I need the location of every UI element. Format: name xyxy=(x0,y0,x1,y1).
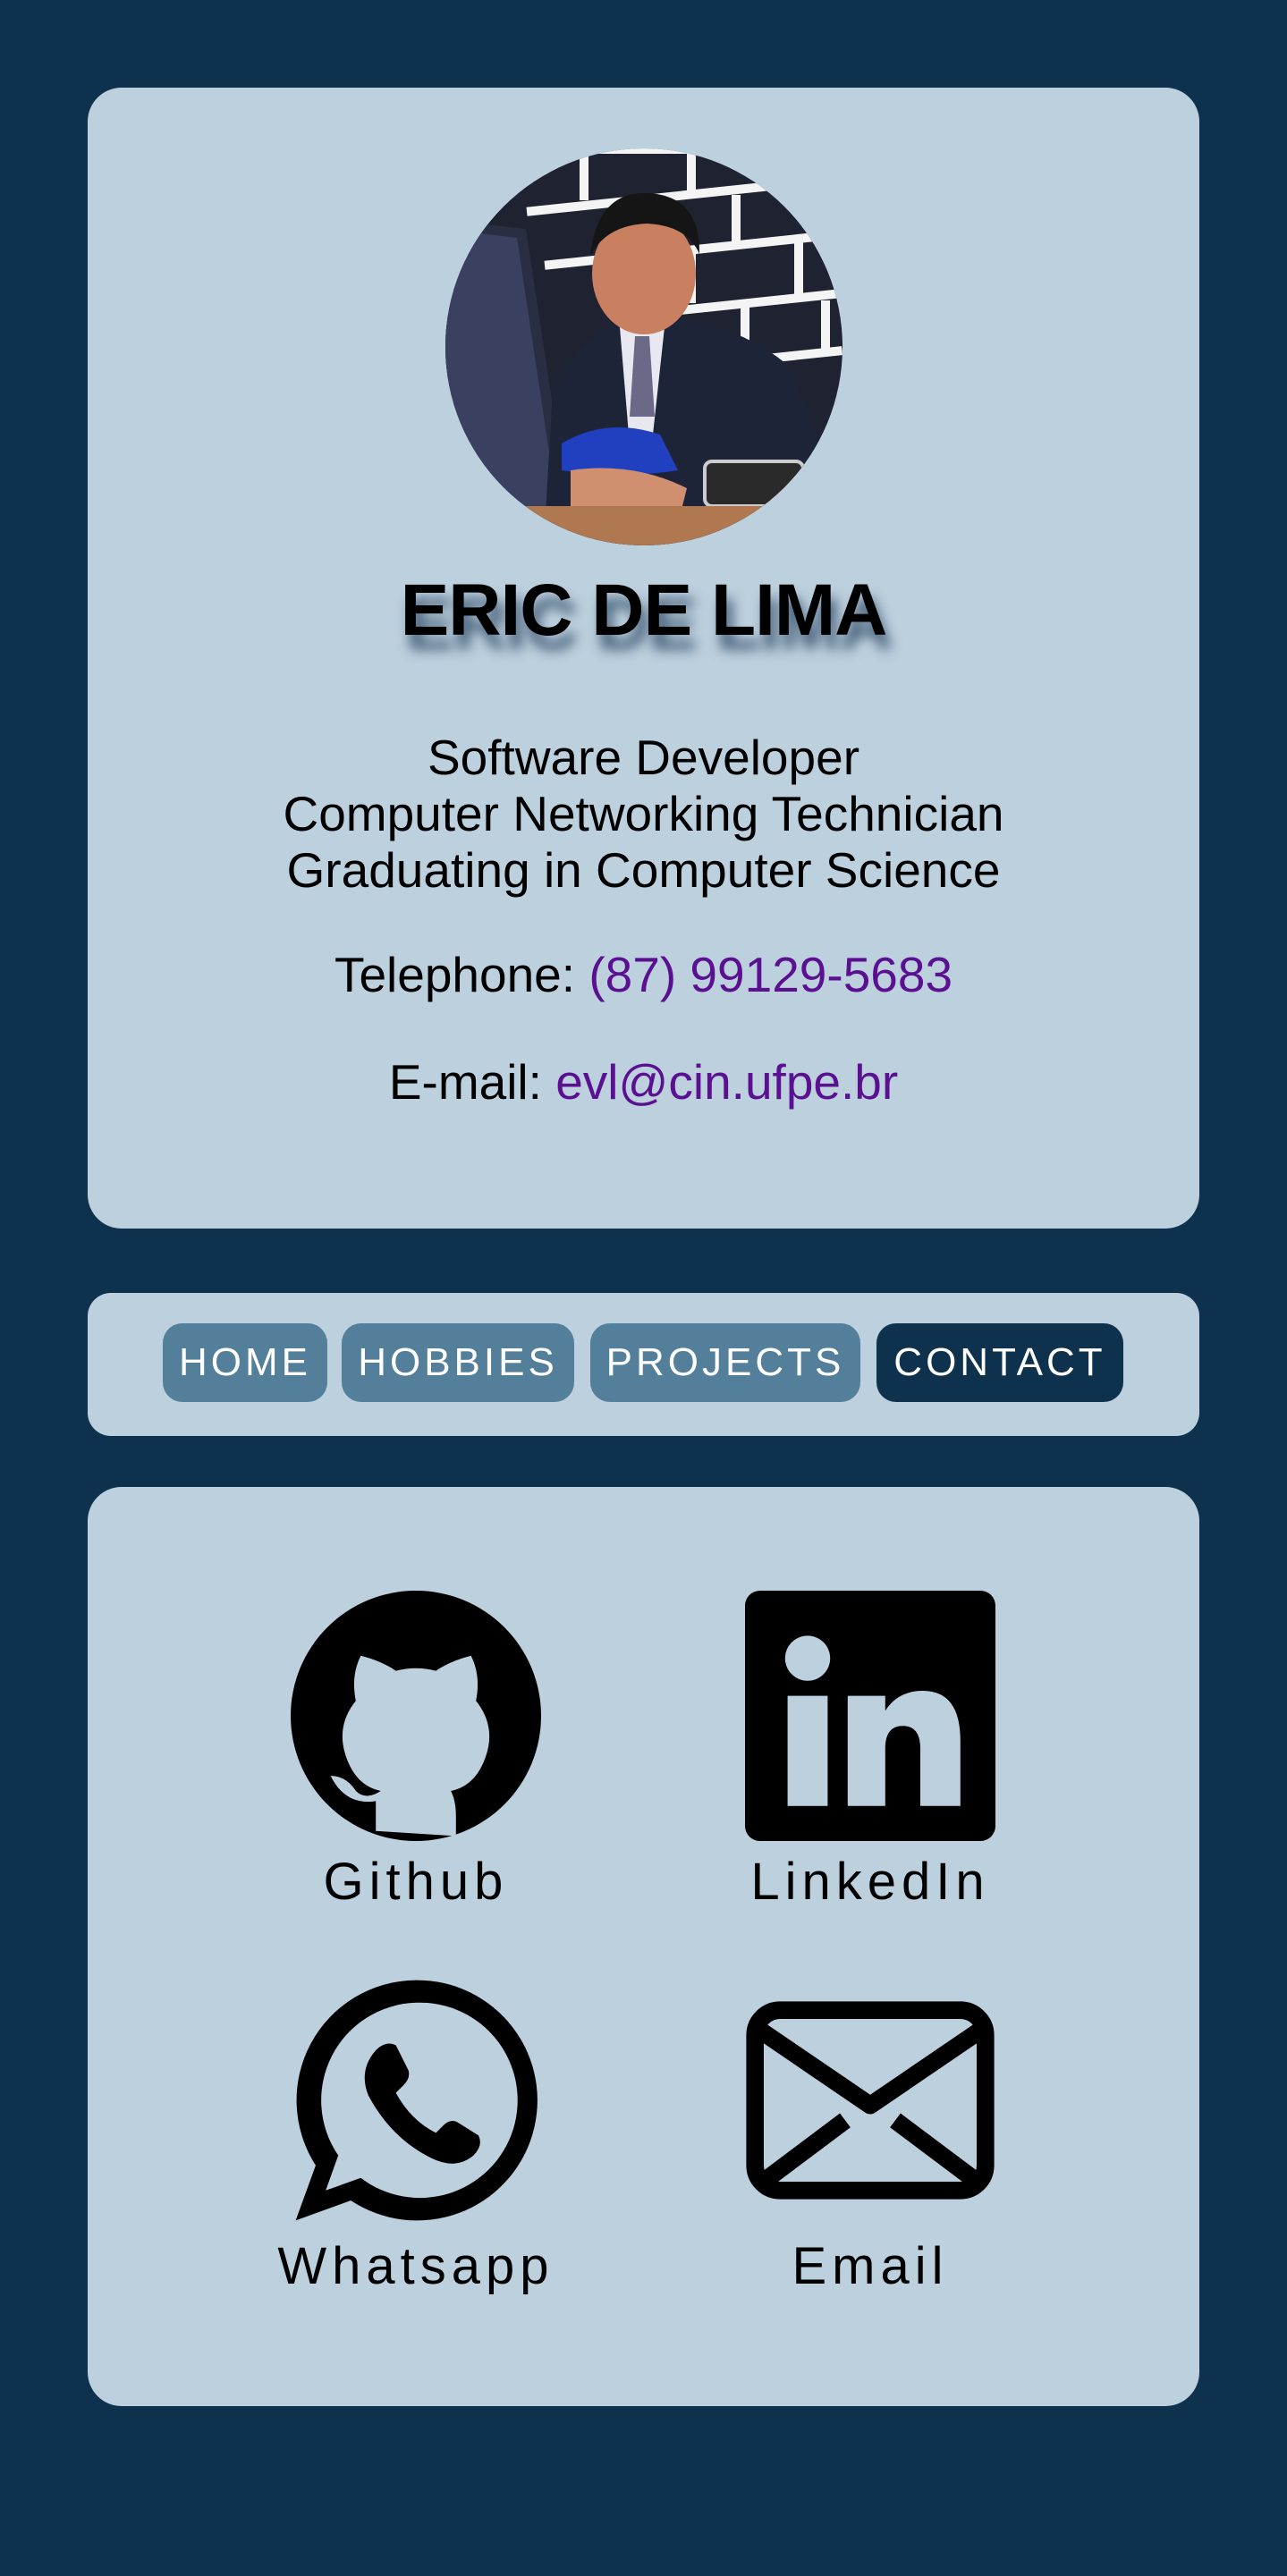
role-line: Graduating in Computer Science xyxy=(286,842,1001,898)
nav-projects-button[interactable]: PROJECTS xyxy=(590,1323,860,1402)
mail-icon xyxy=(746,2001,995,2200)
profile-roles: Software Developer Computer Networking T… xyxy=(88,730,1199,899)
telephone-link[interactable]: (87) 99129-5683 xyxy=(588,947,953,1002)
email-link[interactable]: evl@cin.ufpe.br xyxy=(555,1054,898,1110)
social-links-card: Github LinkedIn Whatsapp Email xyxy=(88,1487,1199,2406)
linkedin-label: LinkedIn xyxy=(750,1853,990,1911)
email-label: E-mail: xyxy=(388,1054,542,1110)
profile-photo xyxy=(445,148,842,545)
whatsapp-link[interactable]: Whatsapp xyxy=(228,1975,604,2297)
role-line: Computer Networking Technician xyxy=(283,786,1004,841)
profile-card: ERIC DE LIMA Software Developer Computer… xyxy=(88,88,1199,1229)
whatsapp-icon xyxy=(295,1980,538,2221)
linkedin-link[interactable]: LinkedIn xyxy=(682,1591,1058,1913)
nav-bar: HOME HOBBIES PROJECTS CONTACT xyxy=(88,1293,1199,1436)
linkedin-icon xyxy=(745,1591,995,1841)
role-line: Software Developer xyxy=(427,730,860,785)
email-icon-link[interactable]: Email xyxy=(682,1975,1058,2297)
whatsapp-label: Whatsapp xyxy=(277,2237,555,2295)
nav-hobbies-button[interactable]: HOBBIES xyxy=(342,1323,574,1402)
github-icon xyxy=(291,1591,541,1841)
telephone-line: Telephone: (87) 99129-5683 xyxy=(88,946,1199,1003)
nav-home-button[interactable]: HOME xyxy=(163,1323,327,1402)
github-label: Github xyxy=(323,1853,509,1911)
avatar xyxy=(445,148,842,545)
github-link[interactable]: Github xyxy=(228,1591,604,1913)
nav-contact-button[interactable]: CONTACT xyxy=(876,1323,1123,1402)
profile-name: ERIC DE LIMA xyxy=(400,570,888,651)
telephone-label: Telephone: xyxy=(334,947,576,1002)
email-line: E-mail: evl@cin.ufpe.br xyxy=(88,1053,1199,1111)
email-label-text: Email xyxy=(792,2237,949,2295)
